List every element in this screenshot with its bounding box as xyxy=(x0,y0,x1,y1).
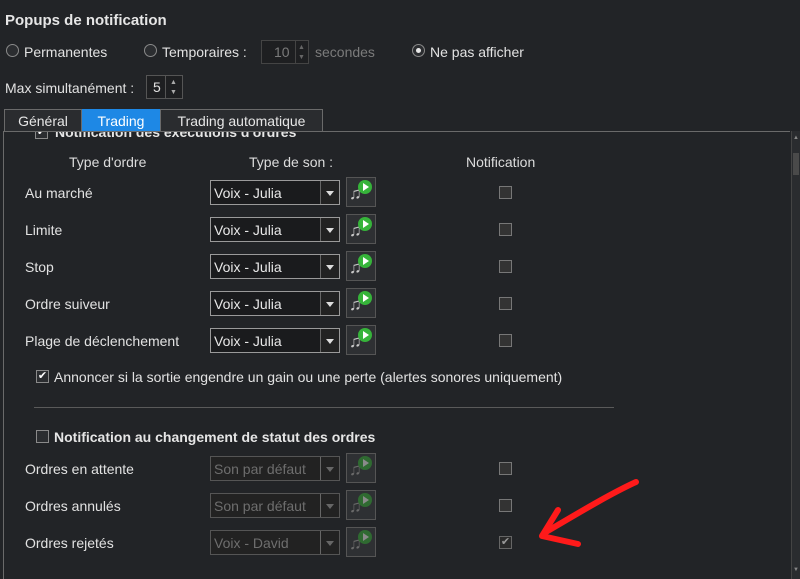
chevron-down-icon[interactable] xyxy=(320,329,339,352)
status-section-checkbox[interactable] xyxy=(36,430,49,443)
tab-general[interactable]: Général xyxy=(4,109,82,132)
row-label-ordres-annules: Ordres annulés xyxy=(25,498,121,514)
max-arrows[interactable]: ▲ ▼ xyxy=(165,76,182,98)
spin-down-icon[interactable]: ▼ xyxy=(170,89,177,96)
duration-unit: secondes xyxy=(315,44,375,60)
chevron-down-icon[interactable] xyxy=(320,255,339,278)
spin-down-icon[interactable]: ▼ xyxy=(298,54,305,61)
sound-select-ordres-annules[interactable]: Son par défaut xyxy=(210,493,340,518)
play-sound-button[interactable]: ♫ xyxy=(346,527,376,557)
sound-select-au-marche[interactable]: Voix - Julia xyxy=(210,180,340,205)
sound-select-value: Son par défaut xyxy=(214,460,306,477)
sound-select-plage-de-declenchement[interactable]: Voix - Julia xyxy=(210,328,340,353)
play-sound-button[interactable]: ♫ xyxy=(346,490,376,520)
row-label-au-marche: Au marché xyxy=(25,185,93,201)
scroll-up-icon[interactable]: ▲ xyxy=(793,135,799,141)
play-icon xyxy=(358,180,372,194)
row-label-stop: Stop xyxy=(25,259,54,275)
chevron-down-icon[interactable] xyxy=(320,218,339,241)
announce-label[interactable]: Annoncer si la sortie engendre un gain o… xyxy=(54,369,562,385)
max-value: 5 xyxy=(153,79,161,95)
sound-select-value: Voix - Julia xyxy=(214,221,282,238)
row-label-ordres-rejetes: Ordres rejetés xyxy=(25,535,114,551)
max-label: Max simultanément : xyxy=(5,80,135,96)
row-label-ordres-en-attente: Ordres en attente xyxy=(25,461,134,477)
trading-panel: ✔ Notification des exécutions d'ordres T… xyxy=(3,131,790,579)
notify-checkbox-plage[interactable] xyxy=(499,334,512,347)
sound-select-limite[interactable]: Voix - Julia xyxy=(210,217,340,242)
play-icon xyxy=(358,493,372,507)
radio-ne-pas-afficher-label[interactable]: Ne pas afficher xyxy=(430,44,524,60)
radio-temporaires[interactable] xyxy=(144,44,157,57)
sound-select-value: Voix - David xyxy=(214,534,289,551)
vertical-scrollbar[interactable]: ▲ ▼ xyxy=(791,131,800,579)
play-icon xyxy=(358,328,372,342)
announce-checkbox[interactable]: ✔ xyxy=(36,370,49,383)
play-sound-button[interactable]: ♫ xyxy=(346,214,376,244)
max-spinner[interactable]: 5 ▲ ▼ xyxy=(146,75,183,99)
annotation-arrow xyxy=(539,479,639,547)
duration-spinner[interactable]: 10 ▲ ▼ xyxy=(261,40,309,64)
play-sound-button[interactable]: ♫ xyxy=(346,177,376,207)
section-title: Popups de notification xyxy=(5,12,167,29)
header-order-type: Type d'ordre xyxy=(69,154,147,170)
sound-select-stop[interactable]: Voix - Julia xyxy=(210,254,340,279)
notify-checkbox-au-marche[interactable] xyxy=(499,186,512,199)
section-divider xyxy=(34,407,614,408)
spin-up-icon[interactable]: ▲ xyxy=(170,79,177,86)
radio-ne-pas-afficher[interactable] xyxy=(412,44,425,57)
duration-value: 10 xyxy=(274,44,290,60)
play-sound-button[interactable]: ♫ xyxy=(346,325,376,355)
duration-arrows[interactable]: ▲ ▼ xyxy=(295,41,308,63)
tab-trading[interactable]: Trading xyxy=(82,109,160,132)
scroll-down-icon[interactable]: ▼ xyxy=(793,567,799,573)
header-notification: Notification xyxy=(466,154,536,170)
tab-trading-automatique[interactable]: Trading automatique xyxy=(160,109,323,132)
chevron-down-icon[interactable] xyxy=(320,531,339,554)
sound-select-ordres-rejetes[interactable]: Voix - David xyxy=(210,530,340,555)
notify-checkbox-ordre-suiveur[interactable] xyxy=(499,297,512,310)
notify-checkbox-ordres-rejetes[interactable]: ✔ xyxy=(499,536,512,549)
header-sound-type: Type de son : xyxy=(249,154,334,170)
notify-checkbox-ordres-en-attente[interactable] xyxy=(499,462,512,475)
sound-select-value: Voix - Julia xyxy=(214,295,282,312)
exec-section-title: Notification des exécutions d'ordres xyxy=(55,131,297,140)
scrollbar-thumb[interactable] xyxy=(793,153,799,175)
sound-select-ordres-en-attente[interactable]: Son par défaut xyxy=(210,456,340,481)
notify-checkbox-ordres-annules[interactable] xyxy=(499,499,512,512)
chevron-down-icon[interactable] xyxy=(320,181,339,204)
sound-select-value: Voix - Julia xyxy=(214,258,282,275)
chevron-down-icon[interactable] xyxy=(320,292,339,315)
notify-checkbox-stop[interactable] xyxy=(499,260,512,273)
play-sound-button[interactable]: ♫ xyxy=(346,453,376,483)
spin-up-icon[interactable]: ▲ xyxy=(298,44,305,51)
row-label-plage-de-declenchement: Plage de déclenchement xyxy=(25,333,180,349)
sound-select-value: Voix - Julia xyxy=(214,332,282,349)
chevron-down-icon[interactable] xyxy=(320,494,339,517)
play-sound-button[interactable]: ♫ xyxy=(346,251,376,281)
chevron-down-icon[interactable] xyxy=(320,457,339,480)
row-label-limite: Limite xyxy=(25,222,63,238)
status-section-title: Notification au changement de statut des… xyxy=(54,429,376,445)
radio-permanentes-label[interactable]: Permanentes xyxy=(24,44,107,60)
notify-checkbox-limite[interactable] xyxy=(499,223,512,236)
play-sound-button[interactable]: ♫ xyxy=(346,288,376,318)
sound-select-value: Voix - Julia xyxy=(214,184,282,201)
play-icon xyxy=(358,530,372,544)
sound-select-ordre-suiveur[interactable]: Voix - Julia xyxy=(210,291,340,316)
radio-permanentes[interactable] xyxy=(6,44,19,57)
play-icon xyxy=(358,217,372,231)
exec-section-checkbox[interactable]: ✔ xyxy=(35,132,48,139)
sound-select-value: Son par défaut xyxy=(214,497,306,514)
play-icon xyxy=(358,456,372,470)
play-icon xyxy=(358,254,372,268)
radio-temporaires-label[interactable]: Temporaires : xyxy=(162,44,247,60)
play-icon xyxy=(358,291,372,305)
row-label-ordre-suiveur: Ordre suiveur xyxy=(25,296,110,312)
